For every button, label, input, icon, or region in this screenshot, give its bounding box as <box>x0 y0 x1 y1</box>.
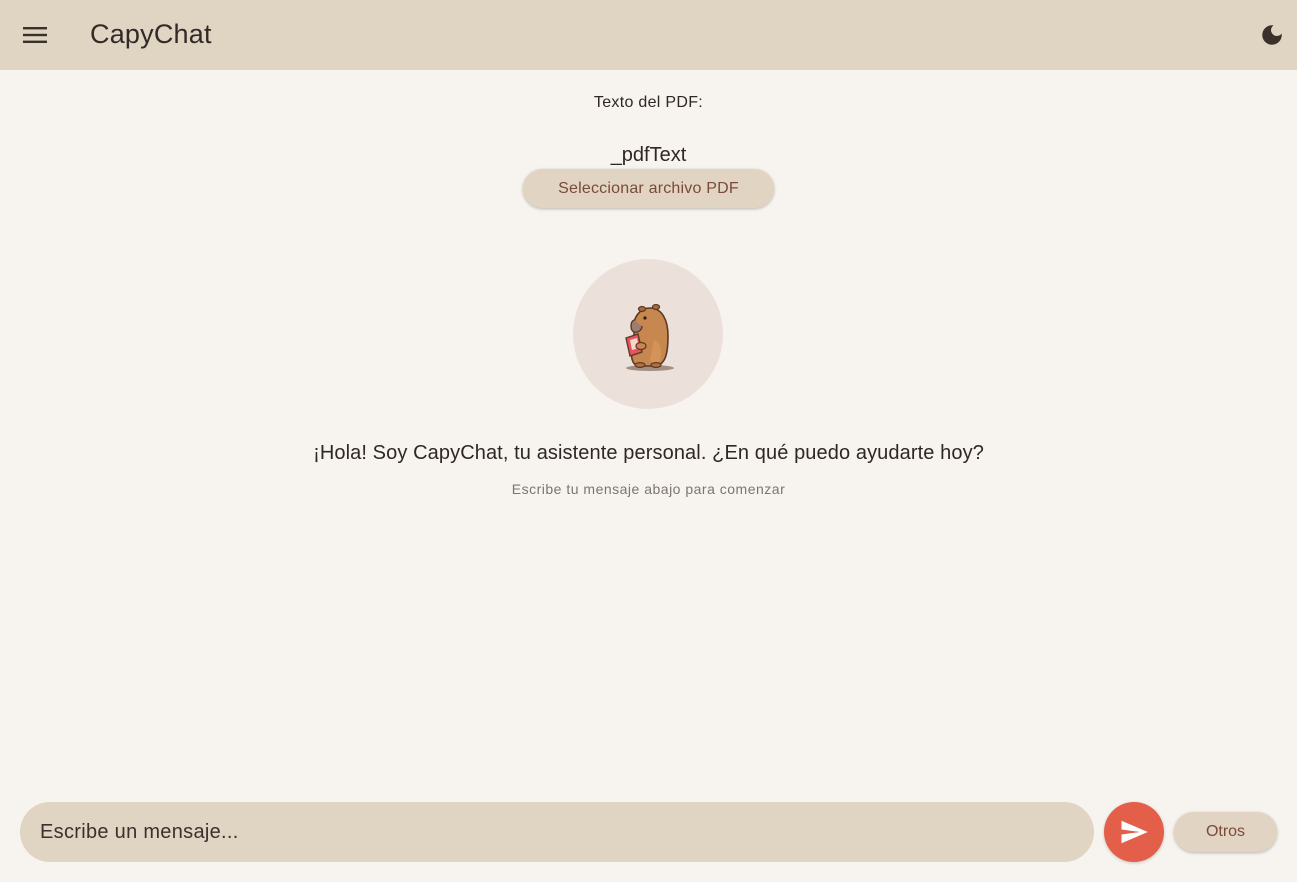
app-bar: CapyChat <box>0 0 1297 70</box>
capybara-avatar <box>573 259 723 409</box>
pdf-text-content: _pdfText <box>610 144 687 166</box>
send-icon <box>1121 820 1148 844</box>
welcome-message: ¡Hola! Soy CapyChat, tu asistente person… <box>313 442 984 464</box>
welcome-subtitle: Escribe tu mensaje abajo para comenzar <box>511 481 786 497</box>
send-button[interactable] <box>1104 802 1164 862</box>
menu-button[interactable] <box>15 15 55 55</box>
capybara-reading-icon <box>625 303 674 371</box>
other-button[interactable]: Otros <box>1174 812 1277 852</box>
app-title: CapyChat <box>90 19 212 49</box>
pdf-text-label: Texto del PDF: <box>593 94 704 111</box>
dark-mode-icon <box>1262 25 1282 45</box>
theme-toggle-button[interactable] <box>1252 15 1292 55</box>
menu-icon <box>23 27 47 43</box>
select-pdf-button[interactable]: Seleccionar archivo PDF <box>523 169 774 208</box>
message-input[interactable] <box>40 802 1074 862</box>
message-input-container <box>20 802 1094 862</box>
